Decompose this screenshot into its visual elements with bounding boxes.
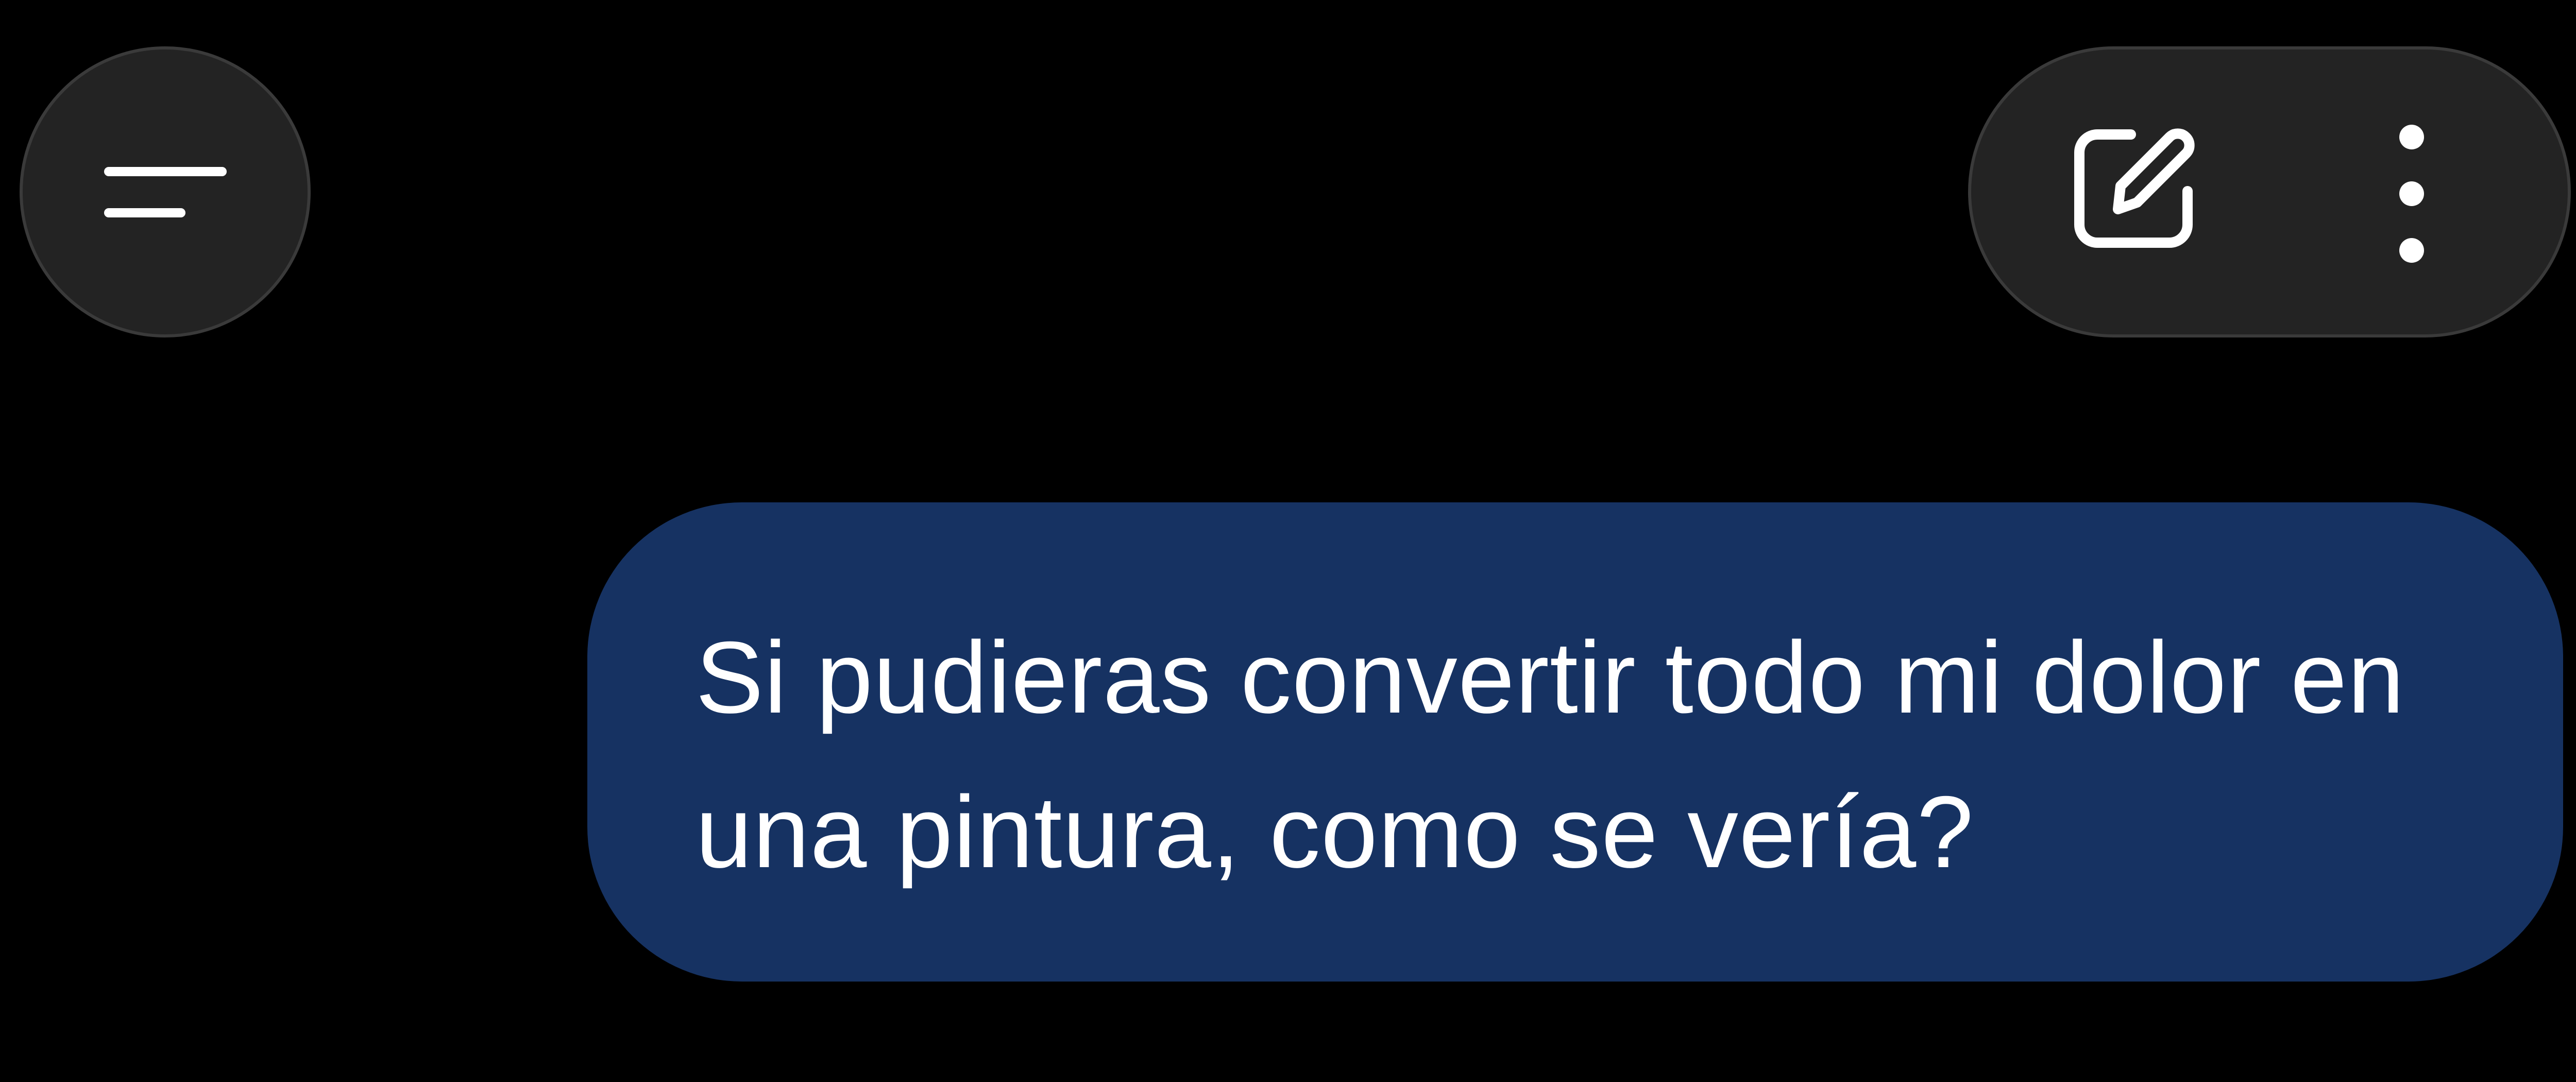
user-message-text: Si pudieras convertir todo mi dolor en u… — [696, 620, 2405, 889]
header-actions — [1968, 46, 2571, 337]
more-vertical-icon — [2399, 125, 2424, 263]
more-options-button[interactable] — [2360, 109, 2463, 279]
edit-icon — [2074, 128, 2195, 248]
menu-icon — [104, 166, 227, 217]
new-chat-button[interactable] — [2059, 109, 2213, 263]
user-message-bubble: Si pudieras convertir todo mi dolor en u… — [587, 502, 2563, 982]
menu-button[interactable] — [20, 46, 311, 337]
